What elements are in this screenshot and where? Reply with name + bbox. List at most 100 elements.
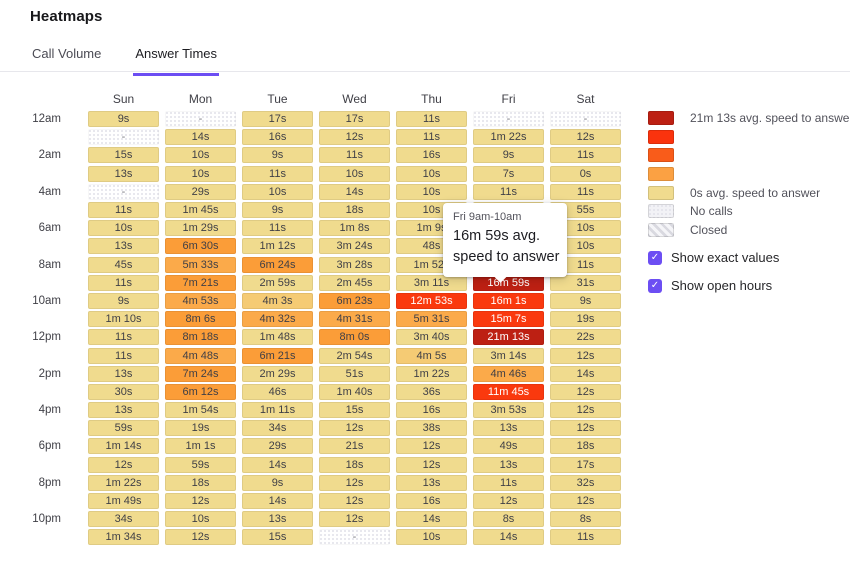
heatmap-cell[interactable]: 1m 22s: [396, 366, 467, 382]
heatmap-cell[interactable]: 9s: [242, 202, 313, 218]
heatmap-cell[interactable]: 4m 48s: [165, 348, 236, 364]
heatmap-cell[interactable]: 1m 14s: [88, 438, 159, 454]
heatmap-cell[interactable]: 21s: [319, 438, 390, 454]
heatmap-cell[interactable]: 13s: [396, 475, 467, 491]
heatmap-cell[interactable]: 4m 5s: [396, 348, 467, 364]
heatmap-cell[interactable]: 13s: [88, 402, 159, 418]
heatmap-cell[interactable]: 12s: [550, 402, 621, 418]
heatmap-cell[interactable]: 12s: [165, 529, 236, 545]
heatmap-cell[interactable]: 12s: [396, 457, 467, 473]
heatmap-cell[interactable]: 10s: [396, 184, 467, 200]
heatmap-cell[interactable]: 13s: [242, 511, 313, 527]
heatmap-cell[interactable]: 4m 31s: [319, 311, 390, 327]
heatmap-cell[interactable]: 38s: [396, 420, 467, 436]
heatmap-cell[interactable]: 11s: [473, 184, 544, 200]
heatmap-cell[interactable]: 9s: [88, 111, 159, 127]
heatmap-cell[interactable]: 11s: [242, 166, 313, 182]
heatmap-cell[interactable]: 1m 8s: [319, 220, 390, 236]
heatmap-cell[interactable]: 6m 23s: [319, 293, 390, 309]
heatmap-cell[interactable]: 6m 12s: [165, 384, 236, 400]
heatmap-cell[interactable]: 1m 34s: [88, 529, 159, 545]
heatmap-cell[interactable]: 13s: [473, 420, 544, 436]
heatmap-cell[interactable]: 10s: [165, 147, 236, 163]
heatmap-cell[interactable]: 2m 59s: [242, 275, 313, 291]
heatmap-cell[interactable]: 1m 11s: [242, 402, 313, 418]
show-open-hours-checkbox[interactable]: ✓ Show open hours: [648, 278, 779, 293]
heatmap-cell[interactable]: 34s: [242, 420, 313, 436]
heatmap-cell[interactable]: 9s: [473, 147, 544, 163]
heatmap-cell[interactable]: 11s: [88, 348, 159, 364]
heatmap-cell[interactable]: 45s: [88, 257, 159, 273]
heatmap-cell[interactable]: 29s: [165, 184, 236, 200]
heatmap-cell[interactable]: 6m 24s: [242, 257, 313, 273]
heatmap-cell[interactable]: 4m 46s: [473, 366, 544, 382]
heatmap-cell[interactable]: 12s: [550, 384, 621, 400]
heatmap-cell[interactable]: 1m 49s: [88, 493, 159, 509]
heatmap-cell[interactable]: 12s: [550, 493, 621, 509]
heatmap-cell[interactable]: 19s: [550, 311, 621, 327]
heatmap-cell[interactable]: 9s: [88, 293, 159, 309]
heatmap-cell[interactable]: 0s: [550, 166, 621, 182]
heatmap-cell[interactable]: 7m 21s: [165, 275, 236, 291]
heatmap-cell[interactable]: 11s: [550, 184, 621, 200]
heatmap-cell[interactable]: 10s: [396, 166, 467, 182]
heatmap-cell[interactable]: 17s: [319, 111, 390, 127]
heatmap-cell[interactable]: 1m 54s: [165, 402, 236, 418]
heatmap-cell[interactable]: 11s: [396, 129, 467, 145]
heatmap-cell[interactable]: 10s: [165, 166, 236, 182]
heatmap-cell[interactable]: 4m 3s: [242, 293, 313, 309]
heatmap-cell[interactable]: 15s: [242, 529, 313, 545]
heatmap-cell[interactable]: 12m 53s: [396, 293, 467, 309]
heatmap-cell[interactable]: 2m 54s: [319, 348, 390, 364]
heatmap-cell[interactable]: 21m 13s: [473, 329, 544, 345]
heatmap-cell[interactable]: 6m 30s: [165, 238, 236, 254]
heatmap-cell[interactable]: 10s: [165, 511, 236, 527]
heatmap-cell[interactable]: 11s: [396, 111, 467, 127]
heatmap-cell[interactable]: -: [88, 129, 159, 145]
heatmap-cell[interactable]: 9s: [550, 293, 621, 309]
heatmap-cell[interactable]: 14s: [396, 511, 467, 527]
heatmap-cell[interactable]: 3m 28s: [319, 257, 390, 273]
heatmap-cell[interactable]: 13s: [473, 457, 544, 473]
heatmap-cell[interactable]: 18s: [319, 202, 390, 218]
heatmap-cell[interactable]: 31s: [550, 275, 621, 291]
heatmap-cell[interactable]: 1m 22s: [473, 129, 544, 145]
heatmap-cell[interactable]: 29s: [242, 438, 313, 454]
heatmap-cell[interactable]: 1m 22s: [88, 475, 159, 491]
heatmap-cell[interactable]: 8s: [550, 511, 621, 527]
heatmap-cell[interactable]: -: [319, 529, 390, 545]
heatmap-cell[interactable]: 1m 40s: [319, 384, 390, 400]
heatmap-cell[interactable]: 12s: [319, 475, 390, 491]
heatmap-cell[interactable]: 3m 11s: [396, 275, 467, 291]
heatmap-cell[interactable]: 3m 24s: [319, 238, 390, 254]
heatmap-cell[interactable]: 16s: [242, 129, 313, 145]
heatmap-cell[interactable]: 6m 21s: [242, 348, 313, 364]
heatmap-cell[interactable]: 1m 48s: [242, 329, 313, 345]
heatmap-cell[interactable]: 14s: [473, 529, 544, 545]
heatmap-cell[interactable]: 12s: [319, 511, 390, 527]
heatmap-cell[interactable]: 5m 31s: [396, 311, 467, 327]
heatmap-cell[interactable]: 16m 1s: [473, 293, 544, 309]
heatmap-cell[interactable]: 32s: [550, 475, 621, 491]
heatmap-cell[interactable]: 1m 1s: [165, 438, 236, 454]
heatmap-cell[interactable]: 11s: [242, 220, 313, 236]
heatmap-cell[interactable]: 9s: [242, 475, 313, 491]
heatmap-cell[interactable]: 11s: [88, 329, 159, 345]
tab-call-volume[interactable]: Call Volume: [30, 46, 103, 76]
heatmap-cell[interactable]: 12s: [319, 129, 390, 145]
heatmap-cell[interactable]: 46s: [242, 384, 313, 400]
heatmap-cell[interactable]: 8m 6s: [165, 311, 236, 327]
heatmap-cell[interactable]: 8m 0s: [319, 329, 390, 345]
heatmap-cell[interactable]: 18s: [165, 475, 236, 491]
heatmap-cell[interactable]: 36s: [396, 384, 467, 400]
show-exact-values-checkbox[interactable]: ✓ Show exact values: [648, 250, 779, 265]
heatmap-cell[interactable]: 1m 10s: [88, 311, 159, 327]
heatmap-cell[interactable]: 2m 29s: [242, 366, 313, 382]
heatmap-cell[interactable]: 30s: [88, 384, 159, 400]
heatmap-cell[interactable]: 11s: [550, 147, 621, 163]
heatmap-cell[interactable]: 16s: [396, 147, 467, 163]
heatmap-cell[interactable]: 34s: [88, 511, 159, 527]
heatmap-cell[interactable]: 12s: [550, 420, 621, 436]
heatmap-cell[interactable]: 14s: [550, 366, 621, 382]
heatmap-cell[interactable]: 10s: [396, 529, 467, 545]
